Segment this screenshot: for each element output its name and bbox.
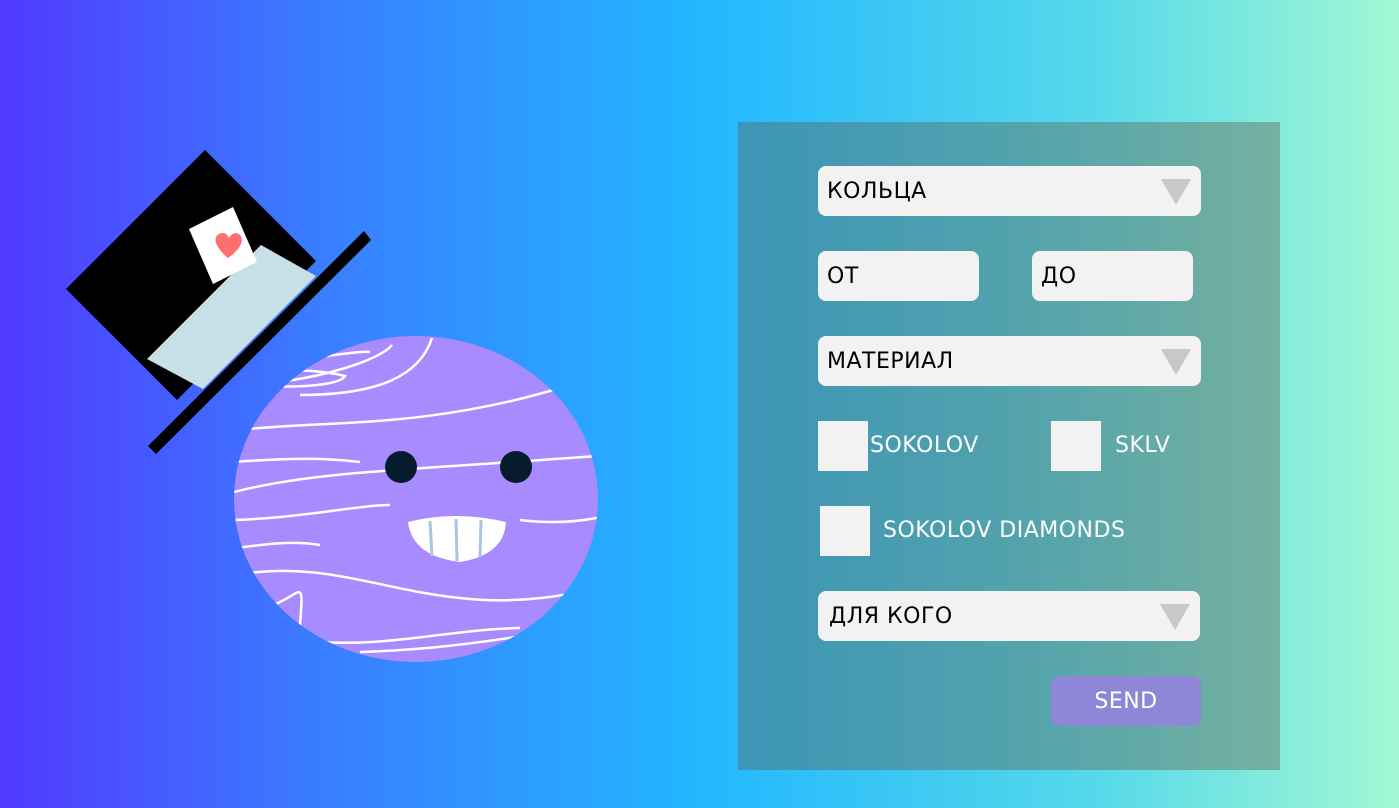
planet-mascot-illustration — [66, 150, 598, 662]
checkbox-sokolov-label: SOKOLOV — [870, 433, 979, 458]
checkbox-sklv[interactable] — [1051, 421, 1101, 471]
category-select[interactable]: КОЛЬЦА — [818, 166, 1201, 216]
dropdown-caret-icon — [1161, 179, 1191, 205]
price-from-input[interactable]: ОТ — [818, 251, 979, 301]
checkbox-sklv-label: SKLV — [1115, 433, 1171, 458]
price-to-input[interactable]: ДО — [1032, 251, 1193, 301]
send-button[interactable]: SEND — [1051, 676, 1201, 726]
price-to-placeholder: ДО — [1041, 263, 1077, 289]
right-eye — [500, 451, 532, 483]
left-eye — [385, 451, 417, 483]
dropdown-caret-icon — [1160, 604, 1190, 630]
planet-body — [234, 336, 598, 662]
checkbox-sokolov-diamonds[interactable] — [820, 506, 870, 556]
price-from-placeholder: ОТ — [827, 263, 859, 289]
checkbox-sokolov[interactable] — [818, 421, 868, 471]
recipient-select-value: ДЛЯ КОГО — [829, 603, 953, 629]
filter-form-panel: КОЛЬЦА ОТ ДО МАТЕРИАЛ SOKOLOV SKLV SOKOL… — [738, 122, 1280, 770]
checkbox-sokolov-diamonds-label: SOKOLOV DIAMONDS — [883, 518, 1126, 543]
recipient-select[interactable]: ДЛЯ КОГО — [818, 591, 1200, 641]
material-select[interactable]: МАТЕРИАЛ — [818, 336, 1201, 386]
dropdown-caret-icon — [1161, 349, 1191, 375]
category-select-value: КОЛЬЦА — [827, 178, 927, 204]
material-select-value: МАТЕРИАЛ — [827, 348, 954, 374]
